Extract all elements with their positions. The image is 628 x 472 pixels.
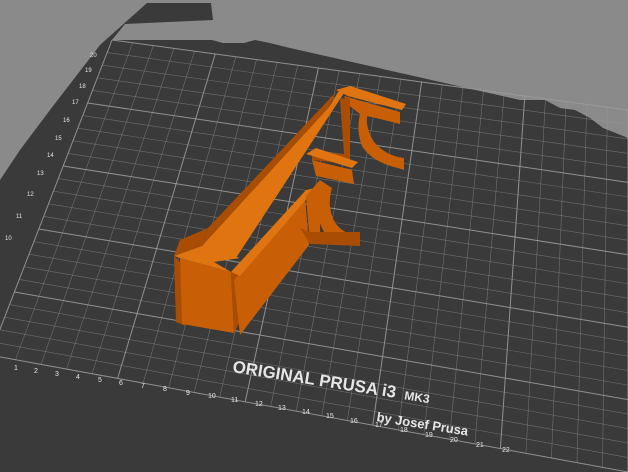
axis-label: 16 [350, 418, 358, 425]
axis-label: 10 [208, 393, 216, 400]
axis-label: 15 [326, 413, 334, 420]
axis-label: 16 [63, 118, 70, 124]
axis-label: 20 [450, 437, 458, 444]
axis-label: 11 [16, 214, 23, 220]
axis-label: 11 [231, 397, 238, 404]
axis-label: 20 [90, 53, 97, 59]
axis-label: 6 [119, 380, 123, 387]
axis-label: 21 [476, 442, 484, 449]
axis-label: 2 [34, 368, 38, 375]
axis-label: 8 [163, 386, 167, 393]
axis-label: 9 [186, 390, 190, 397]
3d-viewport[interactable]: 20 19 18 17 16 15 14 13 12 11 10 1 2 3 4… [0, 0, 628, 472]
print-bed-scene[interactable]: 20 19 18 17 16 15 14 13 12 11 10 1 2 3 4… [0, 0, 628, 472]
axis-label: 7 [141, 383, 145, 390]
axis-label: 1 [14, 365, 18, 372]
axis-label: 4 [76, 374, 80, 381]
axis-label: 13 [278, 405, 286, 412]
axis-label: 15 [55, 136, 62, 142]
axis-label: 13 [37, 171, 44, 177]
axis-label: 18 [79, 84, 86, 90]
axis-label: 10 [5, 236, 12, 242]
axis-label: 14 [47, 153, 54, 159]
axis-label: 19 [85, 68, 92, 74]
axis-label: 14 [302, 409, 310, 416]
axis-label: 22 [502, 447, 510, 454]
axis-label: 5 [98, 377, 102, 384]
axis-label: 17 [72, 100, 79, 106]
axis-label: 3 [55, 371, 59, 378]
axis-label: 12 [27, 192, 34, 198]
axis-label: 12 [255, 401, 263, 408]
axis-label: 19 [425, 432, 433, 439]
